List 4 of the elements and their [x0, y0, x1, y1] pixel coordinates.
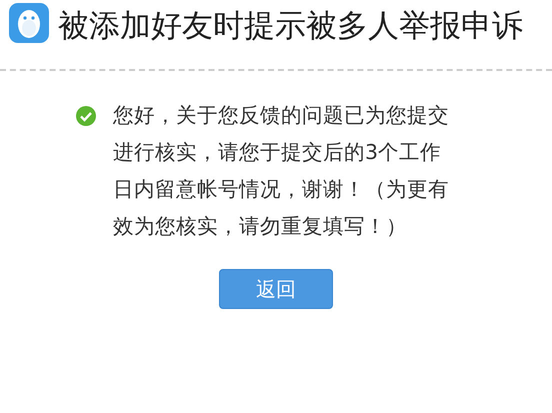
back-button[interactable]: 返回 [219, 269, 333, 309]
message-text: 您好，关于您反馈的问题已为您提交进行核实，请您于提交后的3个工作日内留意帐号情况，谢谢！（为更有效为您核实，请勿重复填写！） [113, 102, 450, 240]
penguin-icon [8, 2, 50, 44]
page-title: 被添加好友时提示被多人举报申诉 [58, 8, 523, 44]
